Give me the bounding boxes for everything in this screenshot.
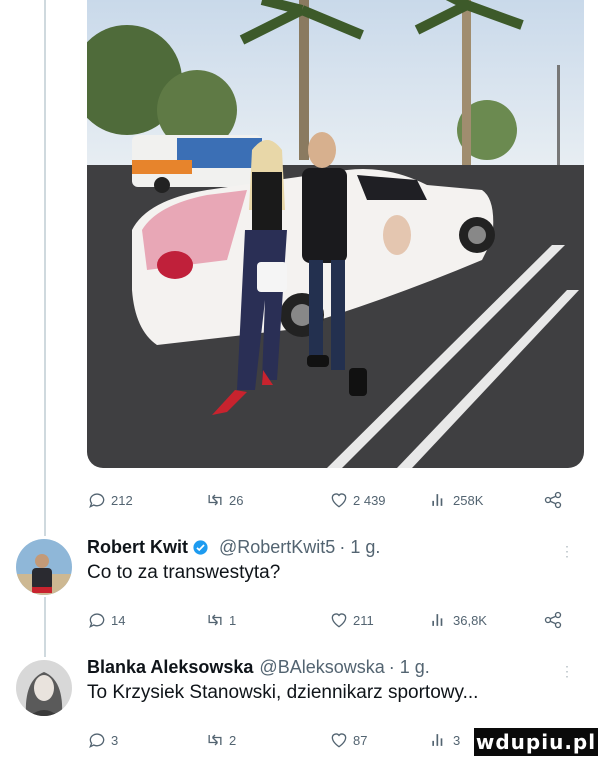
repost-count: 2 — [229, 732, 237, 748]
like-button[interactable]: 87 — [329, 730, 367, 750]
views-icon — [432, 494, 443, 506]
thread-line-top — [44, 0, 46, 536]
views-icon — [432, 614, 443, 626]
repost-count: 26 — [229, 492, 244, 508]
reply-header: Robert Kwit @RobertKwit5 · 1 g. — [87, 537, 567, 558]
like-count: 211 — [353, 612, 374, 628]
avatar[interactable] — [16, 660, 72, 716]
watermark: wdupiu.pl — [474, 728, 598, 756]
display-name[interactable]: Robert Kwit — [87, 537, 188, 558]
reply-count: 3 — [111, 732, 119, 748]
timestamp[interactable]: · 1 g. — [389, 657, 430, 678]
views-button[interactable]: 36,8K — [429, 610, 487, 630]
user-handle[interactable]: @BAleksowska — [259, 657, 384, 678]
avatar[interactable] — [16, 539, 72, 595]
share-button[interactable] — [543, 490, 563, 510]
reply-text: To Krzysiek Stanowski, dziennikarz sport… — [87, 682, 479, 703]
reply-1: Robert Kwit @RobertKwit5 · 1 g. Co to za… — [87, 537, 567, 584]
post-actions: 212 26 2 439 258K — [87, 488, 577, 512]
like-count: 87 — [353, 732, 368, 748]
repost-icon — [208, 734, 222, 746]
share-button[interactable] — [543, 610, 563, 630]
reply-icon — [89, 613, 105, 629]
views-count: 258K — [453, 492, 484, 508]
more-icon[interactable]: ⋮ — [560, 663, 574, 680]
views-count: 36,8K — [453, 612, 487, 628]
reply-text: Co to za transwestyta? — [87, 562, 281, 583]
heart-icon — [331, 613, 347, 628]
reply-header: Blanka Aleksowska @BAleksowska · 1 g. — [87, 657, 567, 678]
reply-2: Blanka Aleksowska @BAleksowska · 1 g. To… — [87, 657, 567, 704]
reply-count: 212 — [111, 492, 133, 508]
verified-icon — [192, 539, 209, 556]
more-icon[interactable]: ⋮ — [560, 543, 574, 560]
heart-icon — [331, 733, 347, 748]
repost-icon — [208, 614, 222, 626]
views-button[interactable]: 3 — [429, 730, 460, 750]
share-icon — [544, 611, 562, 629]
like-button[interactable]: 2 439 — [329, 490, 386, 510]
repost-button[interactable]: 26 — [205, 490, 243, 510]
views-count: 3 — [453, 732, 461, 748]
reply-button[interactable]: 3 — [87, 730, 118, 750]
views-button[interactable]: 258K — [429, 490, 483, 510]
display-name[interactable]: Blanka Aleksowska — [87, 657, 253, 678]
reply-icon — [89, 733, 105, 749]
views-icon — [432, 734, 443, 746]
reply-button[interactable]: 14 — [87, 610, 125, 630]
repost-count: 1 — [229, 612, 237, 628]
repost-icon — [208, 494, 222, 506]
repost-button[interactable]: 1 — [205, 610, 236, 630]
post-photo[interactable] — [87, 0, 584, 468]
reply-icon — [89, 493, 105, 509]
reply-button[interactable]: 212 — [87, 490, 133, 510]
heart-icon — [331, 493, 347, 508]
thread-line-middle — [44, 597, 46, 657]
like-count: 2 439 — [353, 492, 386, 508]
share-icon — [544, 491, 562, 509]
user-handle[interactable]: @RobertKwit5 — [219, 537, 335, 558]
like-button[interactable]: 211 — [329, 610, 374, 630]
photo-illustration — [87, 0, 584, 468]
reply-count: 14 — [111, 612, 126, 628]
reply-1-actions: 14 1 211 36,8K — [87, 608, 577, 632]
repost-button[interactable]: 2 — [205, 730, 236, 750]
timestamp[interactable]: · 1 g. — [339, 537, 380, 558]
